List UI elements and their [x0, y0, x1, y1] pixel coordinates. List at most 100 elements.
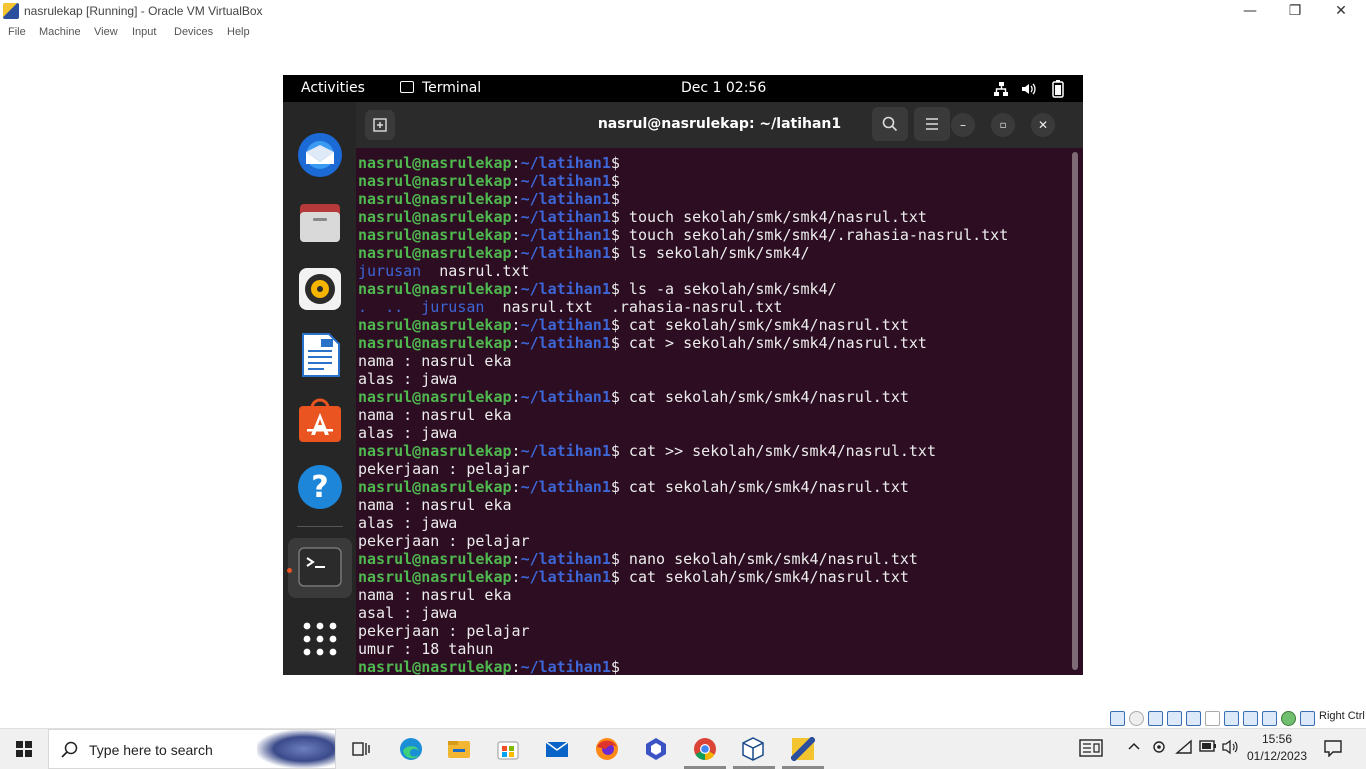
mail-icon[interactable]	[545, 737, 569, 761]
prompt-separator: :	[511, 550, 521, 568]
terminal-line: umur : 18 tahun	[358, 640, 1068, 658]
prompt-dollar: $	[610, 316, 620, 334]
file-entry: nasrul.txt .rahasia-nasrul.txt	[484, 298, 783, 316]
running-indicator	[287, 568, 292, 573]
search-highlight-image	[257, 730, 335, 768]
terminal-line: asal : jawa	[358, 604, 1068, 622]
terminal-close-button[interactable]: ✕	[1031, 113, 1055, 137]
menu-machine[interactable]: Machine	[39, 26, 81, 38]
terminal-line: nasrul@nasrulekap:~/latihan1$ nano sekol…	[358, 550, 1068, 568]
terminal-icon[interactable]	[297, 544, 343, 590]
audio-icon[interactable]	[1148, 711, 1163, 726]
chrome-icon[interactable]	[693, 737, 717, 761]
recording-icon[interactable]	[1243, 711, 1258, 726]
battery-icon[interactable]	[1199, 739, 1217, 757]
activities-button[interactable]: Activities	[301, 80, 365, 96]
copilot-icon[interactable]	[644, 737, 668, 761]
prompt-user: nasrul@nasrulekap	[358, 442, 512, 460]
vm-window-icon[interactable]	[789, 735, 817, 763]
prompt-user: nasrul@nasrulekap	[358, 244, 512, 262]
task-view-icon[interactable]	[348, 737, 372, 761]
terminal-minimize-button[interactable]: –	[951, 113, 975, 137]
prompt-separator: :	[511, 388, 521, 406]
clock[interactable]: Dec 1 02:56	[681, 80, 766, 96]
volume-icon[interactable]	[1222, 739, 1240, 759]
thunderbird-icon[interactable]	[297, 132, 343, 178]
vt-x-icon[interactable]	[1262, 711, 1277, 726]
terminal-line: nasrul@nasrulekap:~/latihan1$ cat > seko…	[358, 334, 1068, 352]
search-button[interactable]	[872, 107, 908, 141]
show-apps-icon[interactable]	[297, 616, 343, 662]
terminal-output[interactable]: nasrul@nasrulekap:~/latihan1$ nasrul@nasr…	[358, 154, 1068, 675]
terminal-scrollbar[interactable]	[1072, 152, 1078, 670]
volume-icon[interactable]	[1021, 81, 1037, 97]
file-explorer-icon[interactable]	[447, 737, 471, 761]
menu-help[interactable]: Help	[227, 26, 250, 38]
files-icon[interactable]	[297, 200, 343, 246]
notifications-icon[interactable]	[1324, 739, 1342, 761]
command-text: nano sekolah/smk/smk4/nasrul.txt	[619, 550, 918, 568]
network-adapter-icon[interactable]	[1167, 711, 1182, 726]
minimize-icon: –	[960, 118, 966, 132]
prompt-dollar: $	[610, 478, 620, 496]
mouse-integration-icon[interactable]	[1281, 711, 1296, 726]
show-hidden-icons-icon[interactable]	[1127, 739, 1141, 757]
shared-folders-icon[interactable]	[1205, 711, 1220, 726]
taskbar-date[interactable]: 01/12/2023	[1246, 749, 1308, 763]
libreoffice-writer-icon[interactable]	[297, 332, 343, 378]
prompt-path: ~/latihan1	[520, 478, 611, 496]
battery-icon[interactable]	[1051, 80, 1065, 98]
app-center-icon[interactable]	[297, 398, 343, 444]
app-menu-terminal[interactable]: Terminal	[422, 80, 481, 96]
camera-icon[interactable]	[1151, 739, 1167, 759]
menu-file[interactable]: File	[8, 26, 26, 38]
gnome-top-bar: Activities Terminal Dec 1 02:56	[283, 75, 1083, 102]
firefox-icon[interactable]	[595, 737, 619, 761]
terminal-window[interactable]: nasrul@nasrulekap: ~/latihan1 – ▫ ✕ nasr…	[356, 102, 1083, 675]
keyboard-icon[interactable]	[1300, 711, 1315, 726]
command-text: ls sekolah/smk/smk4/	[619, 244, 810, 262]
menu-button[interactable]	[914, 107, 950, 141]
taskbar-time[interactable]: 15:56	[1246, 732, 1308, 746]
terminal-line: nasrul@nasrulekap:~/latihan1$ ls -a seko…	[358, 280, 1068, 298]
wifi-icon[interactable]	[1175, 739, 1193, 759]
hard-disk-icon[interactable]	[1110, 711, 1125, 726]
minimize-button[interactable]: —	[1227, 0, 1273, 24]
virtualbox-icon[interactable]	[741, 737, 765, 761]
prompt-dollar: $	[610, 190, 620, 208]
menu-view[interactable]: View	[94, 26, 118, 38]
help-icon[interactable]: ?	[297, 464, 343, 510]
usb-icon[interactable]	[1186, 711, 1201, 726]
terminal-line: nasrul@nasrulekap:~/latihan1$ touch seko…	[358, 226, 1068, 244]
terminal-line: nasrul@nasrulekap:~/latihan1$	[358, 154, 1068, 172]
vm-display[interactable]: Activities Terminal Dec 1 02:56 ? nasrul…	[283, 75, 1083, 675]
news-widget-icon[interactable]	[1079, 739, 1103, 761]
menu-devices[interactable]: Devices	[174, 26, 213, 38]
optical-drive-icon[interactable]	[1129, 711, 1144, 726]
windows-taskbar: Type here to search 15:56 01/12/2023	[0, 728, 1366, 769]
prompt-separator: :	[511, 280, 521, 298]
edge-icon[interactable]	[399, 737, 423, 761]
vbox-menu-bar: File Machine View Input Devices Help	[0, 24, 600, 42]
display-icon[interactable]	[1224, 711, 1239, 726]
restore-button[interactable]: ❐	[1272, 0, 1318, 24]
terminal-line: nama : nasrul eka	[358, 586, 1068, 604]
terminal-maximize-button[interactable]: ▫	[991, 113, 1015, 137]
menu-input[interactable]: Input	[132, 26, 156, 38]
store-icon[interactable]	[496, 737, 520, 761]
command-text: ls -a sekolah/smk/smk4/	[619, 280, 837, 298]
taskbar-search-box[interactable]: Type here to search	[48, 729, 336, 769]
prompt-user: nasrul@nasrulekap	[358, 478, 512, 496]
vbox-status-bar: Right Ctrl	[1108, 709, 1366, 727]
prompt-dollar: $	[610, 280, 620, 298]
directory-entry: . .. jurusan	[358, 298, 485, 316]
prompt-dollar: $	[610, 568, 620, 586]
windows-start-icon[interactable]	[16, 741, 32, 757]
prompt-path: ~/latihan1	[520, 442, 611, 460]
prompt-dollar: $	[610, 442, 620, 460]
prompt-separator: :	[511, 658, 521, 675]
network-icon[interactable]	[993, 81, 1009, 97]
close-button[interactable]: ✕	[1318, 0, 1364, 24]
rhythmbox-icon[interactable]	[297, 266, 343, 312]
command-text: cat sekolah/smk/smk4/nasrul.txt	[619, 568, 909, 586]
